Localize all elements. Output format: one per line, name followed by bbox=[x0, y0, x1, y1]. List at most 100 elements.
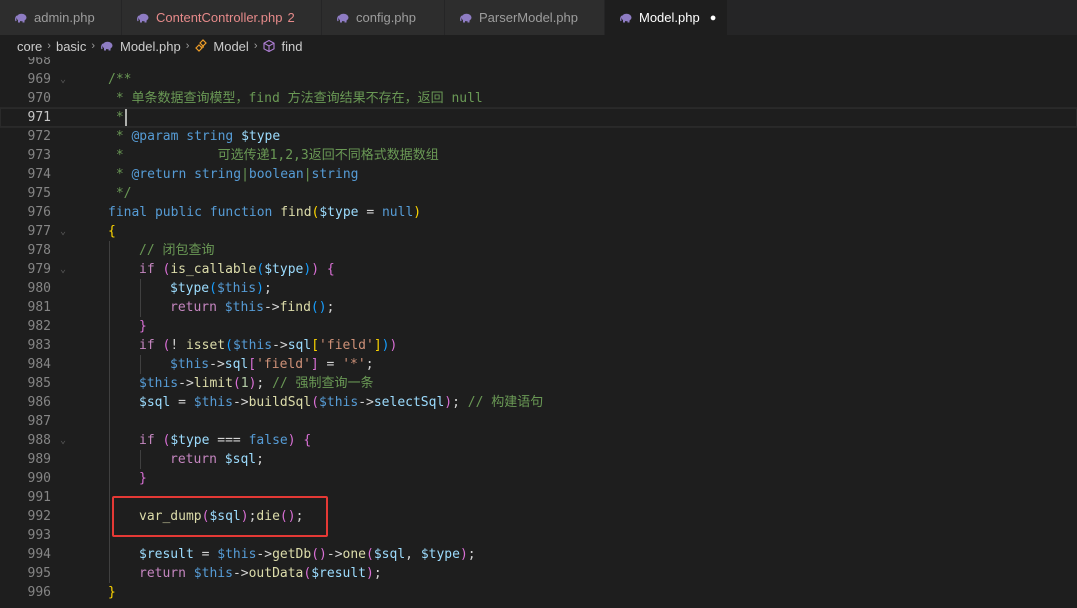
code-line: 995 return $this->outData($result); bbox=[0, 564, 1077, 583]
token-func: isset bbox=[185, 338, 226, 353]
token-plain: , bbox=[405, 547, 421, 562]
chevron-right-icon: › bbox=[47, 40, 51, 52]
code-text: final public function find($type = null) bbox=[108, 203, 421, 222]
tab-label: config.php bbox=[356, 10, 416, 25]
fold-chevron-icon[interactable]: ⌄ bbox=[60, 431, 66, 450]
tab-contentcontroller-php[interactable]: ContentController.php 2 bbox=[122, 0, 322, 35]
token-plain: ; bbox=[373, 566, 382, 581]
red-highlight-box bbox=[112, 496, 328, 537]
line-number: 985 bbox=[27, 376, 51, 391]
fold-chevron-icon[interactable]: ⌄ bbox=[60, 222, 66, 241]
token-keyword: return bbox=[170, 452, 217, 467]
line-number: 975 bbox=[27, 186, 51, 201]
token-string: '*' bbox=[342, 357, 366, 372]
code-text: /** bbox=[108, 70, 131, 89]
code-line: 970 * 单条数据查询模型，find 方法查询结果不存在，返回 null bbox=[0, 89, 1077, 108]
tab-label: Model.php bbox=[639, 10, 700, 25]
token-this: $this bbox=[232, 338, 273, 353]
breadcrumb-item-find[interactable]: find bbox=[262, 39, 302, 54]
token-brace3: ) bbox=[381, 338, 390, 353]
token-func: one bbox=[342, 547, 367, 562]
indent-guide bbox=[140, 450, 141, 469]
line-number: 971 bbox=[27, 110, 51, 125]
token-keyword: return bbox=[139, 566, 186, 581]
token-func: limit bbox=[193, 376, 233, 391]
line-number: 993 bbox=[27, 528, 51, 543]
code-text: * bbox=[108, 108, 127, 127]
fold-chevron-icon[interactable]: ⌄ bbox=[60, 70, 66, 89]
breadcrumb-item-basic[interactable]: basic bbox=[56, 39, 86, 54]
code-editor[interactable]: 968 969 ⌄ /** 970 * 单条数据查询模型，find 方法查询结果不存在，… bbox=[0, 57, 1077, 608]
code-line: 986 $sql = $this->buildSql($this->selectS… bbox=[0, 393, 1077, 412]
token-type: boolean bbox=[248, 167, 304, 182]
breadcrumb-item-model[interactable]: Model bbox=[194, 39, 249, 54]
indent-guide bbox=[109, 298, 110, 317]
token-this: $this bbox=[193, 395, 233, 410]
php-elephant-icon bbox=[620, 13, 632, 22]
editor-tab-bar: admin.php ContentController.php 2 config.ph… bbox=[0, 0, 1077, 35]
indent-guide bbox=[140, 355, 141, 374]
code-text: } bbox=[139, 317, 147, 336]
code-text: // 闭包查询 bbox=[139, 241, 214, 260]
indent-guide bbox=[109, 393, 110, 412]
code-text: return $this->outData($result); bbox=[139, 564, 382, 583]
fold-chevron-icon[interactable]: ⌄ bbox=[60, 260, 66, 279]
token-brace2: ) bbox=[311, 262, 320, 277]
tab-parsermodel-php[interactable]: ParserModel.php bbox=[445, 0, 605, 35]
line-number: 970 bbox=[27, 91, 51, 106]
code-line: 977 ⌄ { bbox=[0, 222, 1077, 241]
php-elephant-icon bbox=[101, 41, 113, 51]
token-brace1: { bbox=[108, 224, 116, 239]
token-brace2: ) bbox=[459, 547, 468, 562]
code-text: $type($this); bbox=[170, 279, 272, 298]
token-type: string bbox=[311, 167, 359, 182]
code-text: * @param string $type bbox=[108, 127, 280, 146]
token-plain: ; bbox=[365, 357, 374, 372]
token-comment: * bbox=[108, 110, 124, 125]
token-brace3: ( bbox=[209, 281, 217, 296]
token-brace3: ) bbox=[256, 281, 264, 296]
token-var: sql bbox=[224, 357, 249, 372]
token-brace2: [ bbox=[248, 357, 257, 372]
chevron-right-icon: › bbox=[253, 40, 258, 52]
token-brace2: ( bbox=[366, 547, 374, 562]
tab-model-php[interactable]: Model.php ● bbox=[605, 0, 728, 35]
tab-admin-php[interactable]: admin.php bbox=[0, 0, 122, 35]
line-number: 990 bbox=[27, 471, 51, 486]
unsaved-dot-icon[interactable]: ● bbox=[710, 12, 717, 24]
code-line: 978 // 闭包查询 bbox=[0, 241, 1077, 260]
code-line: 968 bbox=[0, 57, 1077, 70]
token-comment: /** bbox=[108, 72, 132, 87]
class-icon bbox=[195, 39, 208, 52]
indent-guide bbox=[109, 488, 110, 507]
token-doctag: @return bbox=[131, 167, 187, 182]
breadcrumb-label: find bbox=[281, 38, 303, 54]
code-line: 980 $type($this); bbox=[0, 279, 1077, 298]
token-var: $type bbox=[170, 433, 210, 448]
token-brace1: ) bbox=[413, 205, 422, 220]
code-text: * 可选传递1,2,3返回不同格式数据数组 bbox=[108, 146, 439, 165]
token-var: selectSql bbox=[373, 395, 445, 410]
breadcrumb-item-model-php[interactable]: Model.php bbox=[100, 39, 181, 54]
token-brace2: ( bbox=[311, 395, 320, 410]
code-line: 972 * @param string $type bbox=[0, 127, 1077, 146]
token-var: $sql bbox=[139, 395, 171, 410]
indent-guide bbox=[109, 545, 110, 564]
token-var: $result bbox=[311, 566, 367, 581]
code-text: */ bbox=[108, 184, 132, 203]
breadcrumb: core › basic › Model.php › Model › find bbox=[0, 35, 1077, 57]
token-plain: ; bbox=[467, 547, 476, 562]
breadcrumb-item-core[interactable]: core bbox=[17, 39, 42, 54]
code-line: 985 $this->limit(1); // 强制查询一条 bbox=[0, 374, 1077, 393]
code-text: } bbox=[108, 583, 116, 602]
indent-guide bbox=[109, 241, 110, 260]
code-text: $this->sql['field'] = '*'; bbox=[170, 355, 374, 374]
token-keyword: if bbox=[139, 433, 155, 448]
indent-guide bbox=[109, 469, 110, 488]
code-line: 987 bbox=[0, 412, 1077, 431]
tab-config-php[interactable]: config.php bbox=[322, 0, 445, 35]
token-keyword: if bbox=[139, 262, 155, 277]
